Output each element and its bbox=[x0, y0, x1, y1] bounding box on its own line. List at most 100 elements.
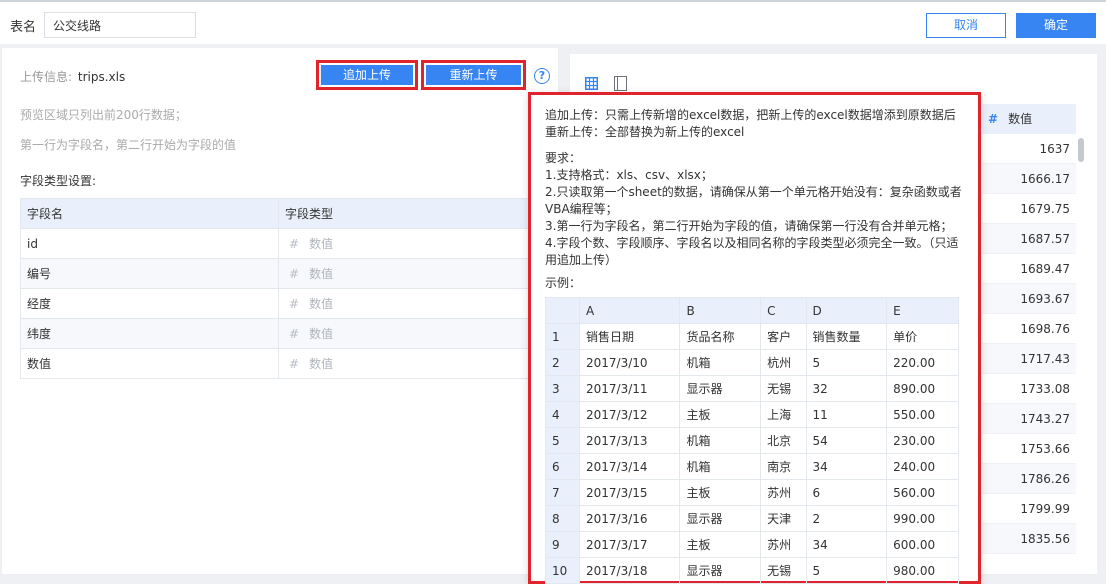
field-type-select[interactable]: # 数值 bbox=[278, 228, 536, 259]
field-type-label: 数值 bbox=[309, 267, 334, 281]
cancel-button[interactable]: 取消 bbox=[926, 13, 1006, 38]
example-cell: 南京 bbox=[760, 453, 807, 480]
example-cell: 2017/3/13 bbox=[578, 427, 681, 454]
example-row-number: 3 bbox=[545, 375, 580, 402]
example-cell: 机箱 bbox=[679, 453, 762, 480]
table-name-input[interactable] bbox=[44, 12, 196, 38]
example-cell: 11 bbox=[805, 401, 888, 428]
reupload-button[interactable]: 重新上传 bbox=[426, 65, 521, 85]
preview-scrollbar[interactable] bbox=[1078, 138, 1084, 162]
field-type-select[interactable]: # 数值 bbox=[278, 288, 536, 319]
help-icon[interactable]: ? bbox=[534, 68, 550, 84]
example-column-letter: A bbox=[578, 297, 681, 324]
column-header-field-name: 字段名 bbox=[20, 198, 279, 229]
reupload-highlight: 重新上传 bbox=[421, 60, 526, 90]
example-cell: 980.00 bbox=[886, 557, 959, 584]
preview-note: 预览区域只列出前200行数据； bbox=[20, 108, 187, 122]
table-row: 7 2017/3/15 主板 苏州 6 560.00 bbox=[545, 479, 959, 506]
example-row-number: 9 bbox=[545, 531, 580, 558]
table-row: 1 销售日期 货品名称 客户 销售数量 单价 bbox=[545, 323, 959, 350]
example-cell: 主板 bbox=[679, 531, 762, 558]
table-row: 经度 # 数值 bbox=[20, 288, 536, 319]
example-cell: 2017/3/10 bbox=[578, 349, 681, 376]
example-column-letter: B bbox=[679, 297, 762, 324]
example-cell: 6 bbox=[805, 479, 888, 506]
field-type-select[interactable]: # 数值 bbox=[278, 258, 536, 289]
preview-cell: 1743.27 bbox=[982, 404, 1076, 434]
example-cell: 230.00 bbox=[886, 427, 959, 454]
example-column-letter: D bbox=[805, 297, 888, 324]
example-cell: 销售日期 bbox=[578, 323, 681, 350]
preview-cell: 1687.57 bbox=[982, 224, 1076, 254]
example-cell: 34 bbox=[805, 531, 888, 558]
example-cell: 2017/3/18 bbox=[578, 557, 681, 584]
example-cell: 机箱 bbox=[679, 349, 762, 376]
example-row-number: 6 bbox=[545, 453, 580, 480]
preview-cell: 1698.76 bbox=[982, 314, 1076, 344]
requirement-3: 3.第一行为字段名，第二行开始为字段的值，请确保第一行没有合并单元格； bbox=[545, 219, 953, 233]
table-row: 8 2017/3/16 显示器 天津 2 990.00 bbox=[545, 505, 959, 532]
table-row: 4 2017/3/12 主板 上海 11 550.00 bbox=[545, 401, 959, 428]
example-cell: 600.00 bbox=[886, 531, 959, 558]
confirm-button[interactable]: 确定 bbox=[1016, 13, 1096, 38]
example-cell: 机箱 bbox=[679, 427, 762, 454]
field-type-select[interactable]: # 数值 bbox=[278, 348, 536, 379]
preview-cell: 1679.75 bbox=[982, 194, 1076, 224]
example-cell: 无锡 bbox=[760, 557, 807, 584]
example-column-letters: A B C D E bbox=[545, 297, 959, 324]
example-cell: 560.00 bbox=[886, 479, 959, 506]
example-row-number: 8 bbox=[545, 505, 580, 532]
preview-cell: 1786.26 bbox=[982, 464, 1076, 494]
requirement-1: 1.支持格式：xls、csv、xlsx； bbox=[545, 168, 713, 182]
table-row: 9 2017/3/17 主板 苏州 34 600.00 bbox=[545, 531, 959, 558]
field-name-cell: 编号 bbox=[20, 258, 279, 289]
example-cell: 主板 bbox=[679, 479, 762, 506]
preview-column: # 数值 1637 1666.17 1679.75 1687.57 1689.47… bbox=[982, 104, 1076, 554]
field-table-header: 字段名 字段类型 bbox=[20, 198, 536, 229]
example-cell: 显示器 bbox=[679, 557, 762, 584]
example-cell: 2 bbox=[805, 505, 888, 532]
number-type-icon: # bbox=[289, 297, 300, 311]
example-cell: 890.00 bbox=[886, 375, 959, 402]
example-row-number: 4 bbox=[545, 401, 580, 428]
example-cell: 54 bbox=[805, 427, 888, 454]
example-cell: 显示器 bbox=[679, 375, 762, 402]
append-upload-button[interactable]: 追加上传 bbox=[321, 65, 413, 85]
example-cell: 34 bbox=[805, 453, 888, 480]
field-type-label: 数值 bbox=[309, 357, 334, 371]
table-row: 10 2017/3/18 显示器 无锡 5 980.00 bbox=[545, 557, 959, 584]
example-cell: 主板 bbox=[679, 401, 762, 428]
preview-cell: 1835.56 bbox=[982, 524, 1076, 554]
number-type-icon: # bbox=[289, 327, 300, 341]
preview-column-header: # 数值 bbox=[982, 104, 1076, 134]
table-row: 5 2017/3/13 机箱 北京 54 230.00 bbox=[545, 427, 959, 454]
upload-info: 上传信息: trips.xls bbox=[20, 68, 125, 85]
preview-cell: 1753.66 bbox=[982, 434, 1076, 464]
upload-file-name: trips.xls bbox=[77, 70, 126, 84]
preview-cell: 1733.08 bbox=[982, 374, 1076, 404]
example-title: 示例： bbox=[545, 276, 582, 290]
preview-cell: 1693.67 bbox=[982, 284, 1076, 314]
example-cell: 上海 bbox=[760, 401, 807, 428]
preview-cell: 1689.47 bbox=[982, 254, 1076, 284]
preview-cell: 1799.99 bbox=[982, 494, 1076, 524]
example-cell: 销售数量 bbox=[805, 323, 888, 350]
example-cell: 苏州 bbox=[760, 479, 807, 506]
table-row: 数值 # 数值 bbox=[20, 348, 536, 379]
example-cell: 显示器 bbox=[679, 505, 762, 532]
upload-info-label: 上传信息: bbox=[20, 70, 73, 84]
table-view-icon[interactable] bbox=[585, 77, 598, 90]
example-cell: 2017/3/11 bbox=[578, 375, 681, 402]
example-row-number: 10 bbox=[545, 557, 580, 584]
example-corner-cell bbox=[545, 297, 580, 324]
table-row: 6 2017/3/14 机箱 南京 34 240.00 bbox=[545, 453, 959, 480]
card-view-icon[interactable] bbox=[614, 76, 627, 91]
example-row-number: 5 bbox=[545, 427, 580, 454]
example-cell: 客户 bbox=[760, 323, 807, 350]
field-type-select[interactable]: # 数值 bbox=[278, 318, 536, 349]
table-row: 3 2017/3/11 显示器 无锡 32 890.00 bbox=[545, 375, 959, 402]
append-upload-highlight: 追加上传 bbox=[316, 60, 418, 90]
append-description: 追加上传：只需上传新增的excel数据，把新上传的excel数据增添到原数据后 bbox=[545, 108, 956, 122]
example-cell: 无锡 bbox=[760, 375, 807, 402]
field-type-table: 字段名 字段类型 id # 数值 编号 # 数值 经度 # 数值 纬度 # 数值 数值 … bbox=[20, 198, 536, 379]
